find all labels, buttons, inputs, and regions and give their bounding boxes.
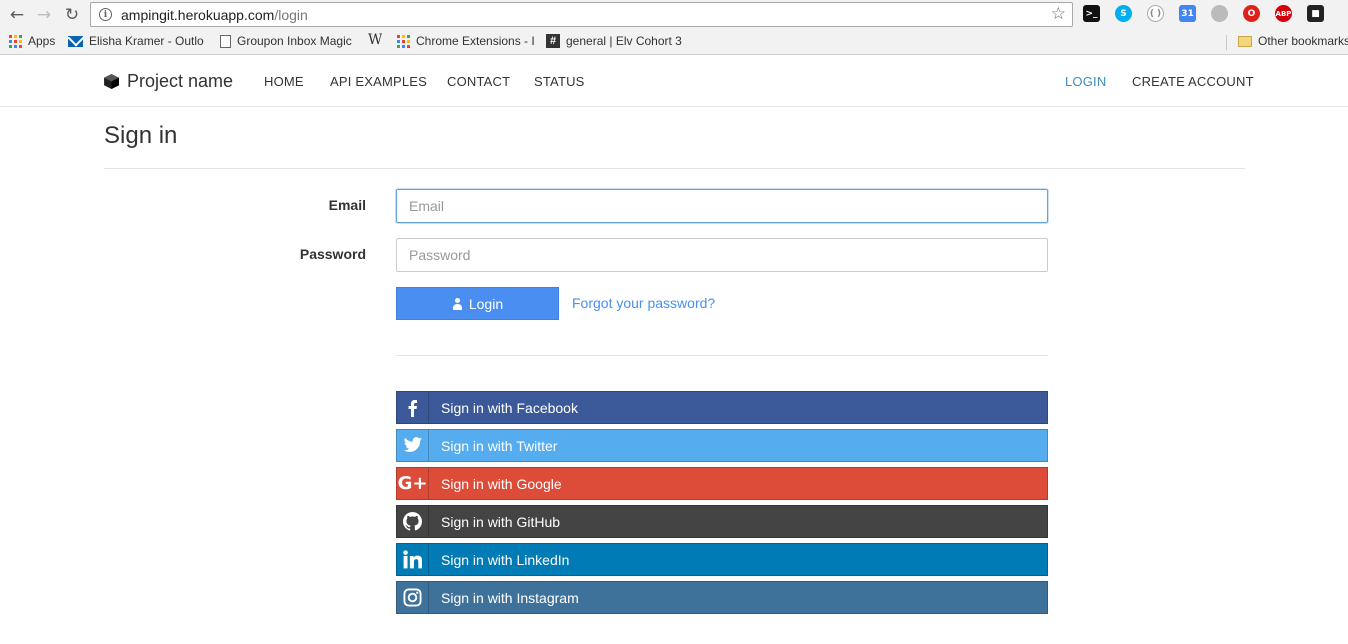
bookmark-wikipedia[interactable]: W [368, 32, 382, 48]
password-label: Password [299, 246, 366, 262]
brand-name: Project name [127, 71, 234, 91]
user-icon [452, 297, 463, 310]
password-field[interactable] [396, 238, 1048, 272]
apps-grid-icon [397, 34, 410, 48]
social-divider [396, 355, 1048, 356]
bookmark-star-icon[interactable]: ☆ [1051, 4, 1066, 24]
reload-icon[interactable]: ↻ [61, 4, 83, 26]
nav-home[interactable]: HOME [264, 74, 304, 89]
google-signin-label: Sign in with Google [441, 475, 562, 492]
url-text: ampingit.herokuapp.com/login [121, 7, 308, 23]
info-icon[interactable]: i [99, 8, 112, 21]
bookmark-apps[interactable]: Apps [9, 34, 55, 48]
slack-icon: # [546, 34, 560, 48]
page-title: Sign in [104, 122, 178, 149]
browser-toolbar: ← → ↻ i ampingit.herokuapp.com/login ☆ >… [0, 0, 1348, 29]
bookmark-outlook[interactable]: Elisha Kramer - Outlo [68, 34, 208, 48]
page-icon [220, 34, 231, 48]
nav-create-account[interactable]: CREATE ACCOUNT [1132, 74, 1254, 89]
instagram-signin-label: Sign in with Instagram [441, 589, 579, 606]
mail-icon [68, 35, 83, 47]
bookmark-groupon[interactable]: Groupon Inbox Magic [220, 34, 352, 48]
email-field[interactable] [396, 189, 1048, 223]
title-divider [104, 168, 1245, 169]
instagram-icon [397, 582, 429, 613]
site-navbar: Project name HOME API EXAMPLES CONTACT S… [0, 56, 1348, 107]
folder-icon [1238, 35, 1252, 47]
calendar-extension-icon[interactable]: 31 [1179, 5, 1196, 22]
bookmark-slack[interactable]: # general | Elv Cohort 3 [546, 34, 684, 48]
apps-grid-icon [9, 34, 22, 48]
linkedin-signin-label: Sign in with LinkedIn [441, 551, 570, 568]
wikipedia-icon: W [368, 32, 383, 48]
opera-extension-icon[interactable]: O [1243, 5, 1260, 22]
skype-extension-icon[interactable]: S [1115, 5, 1132, 22]
reader-extension-icon[interactable]: ( ) [1147, 5, 1164, 22]
facebook-signin-label: Sign in with Facebook [441, 399, 578, 416]
ghost-extension-icon[interactable]: ■ [1307, 5, 1324, 22]
terminal-extension-icon[interactable]: >_ [1083, 5, 1100, 22]
login-button-label: Login [468, 295, 504, 312]
cube-icon [104, 74, 119, 89]
linkedin-signin-button[interactable]: Sign in with LinkedIn [396, 543, 1048, 576]
login-button[interactable]: Login [396, 287, 559, 320]
github-icon [397, 506, 429, 537]
nav-contact[interactable]: CONTACT [447, 74, 510, 89]
bookmark-chrome-extensions[interactable]: Chrome Extensions - I [397, 34, 534, 48]
google-signin-button[interactable]: G+ Sign in with Google [396, 467, 1048, 500]
facebook-icon [397, 392, 429, 423]
twitter-icon [397, 430, 429, 461]
forgot-password-link[interactable]: Forgot your password? [572, 295, 715, 311]
twitter-signin-button[interactable]: Sign in with Twitter [396, 429, 1048, 462]
bookmarks-bar: Apps Elisha Kramer - Outlo Groupon Inbox… [0, 29, 1348, 55]
adblock-plus-icon[interactable]: ABP [1275, 5, 1292, 22]
nav-login[interactable]: LOGIN [1065, 74, 1106, 89]
google-plus-icon: G+ [397, 468, 429, 499]
instagram-signin-button[interactable]: Sign in with Instagram [396, 581, 1048, 614]
email-label: Email [328, 197, 366, 213]
forward-arrow-icon[interactable]: → [33, 4, 55, 26]
linkedin-icon [397, 544, 429, 575]
address-bar[interactable]: i ampingit.herokuapp.com/login ☆ [90, 2, 1073, 27]
github-signin-button[interactable]: Sign in with GitHub [396, 505, 1048, 538]
twitter-signin-label: Sign in with Twitter [441, 437, 558, 454]
github-signin-label: Sign in with GitHub [441, 513, 561, 530]
other-bookmarks[interactable]: Other bookmarks [1238, 34, 1348, 48]
back-arrow-icon[interactable]: ← [6, 4, 28, 26]
bookmark-separator [1226, 35, 1227, 50]
facebook-signin-button[interactable]: Sign in with Facebook [396, 391, 1048, 424]
fingerprint-extension-icon[interactable] [1211, 5, 1228, 22]
nav-status[interactable]: STATUS [534, 74, 585, 89]
nav-api-examples[interactable]: API EXAMPLES [330, 74, 427, 89]
brand-link[interactable]: Project name [103, 71, 233, 92]
